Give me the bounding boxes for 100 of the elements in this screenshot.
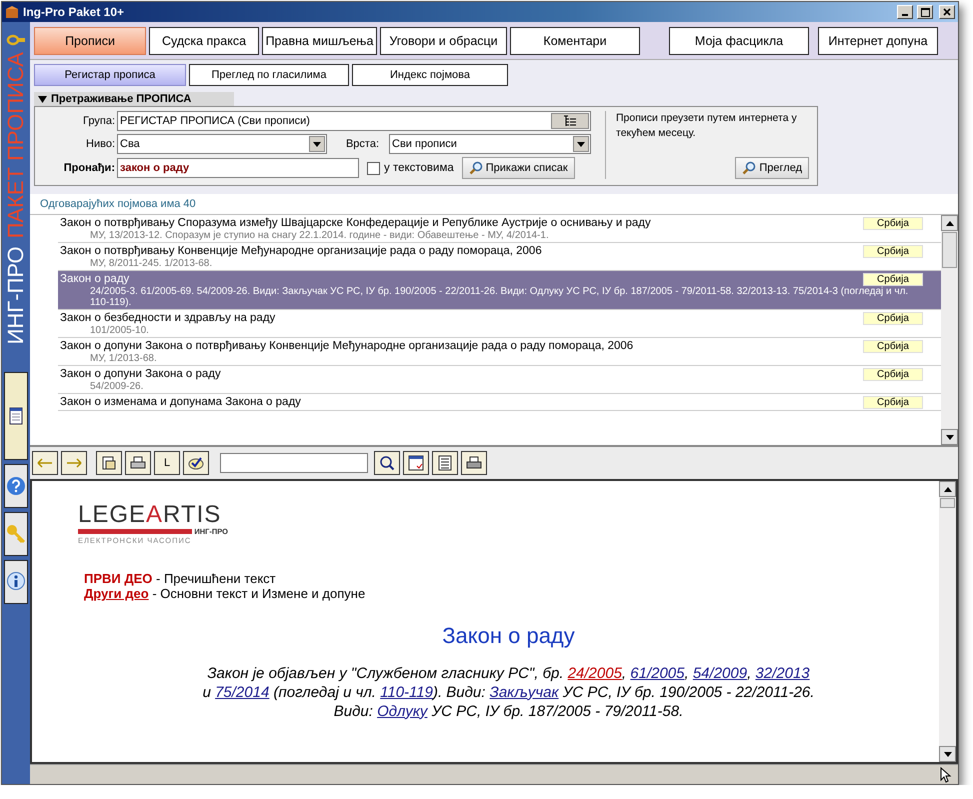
checkmark-icon — [187, 456, 205, 470]
text-button[interactable]: L — [154, 451, 180, 475]
search-field[interactable]: закон о раду — [117, 158, 359, 178]
printer-icon — [129, 455, 147, 471]
region-tag: Србија — [863, 368, 923, 381]
reference-link[interactable]: 61/2005 — [630, 665, 684, 682]
scrollbar[interactable] — [939, 481, 956, 762]
search-button[interactable] — [374, 451, 400, 475]
forward-button[interactable] — [61, 451, 87, 475]
info-button[interactable] — [4, 560, 28, 604]
tree-button[interactable] — [551, 113, 589, 129]
search-panel-header[interactable]: Претраживање ПРОПИСА — [34, 92, 234, 106]
tree-list-icon — [563, 115, 577, 127]
info-note: Прописи преузети путем интернета у текућем месецу. — [616, 111, 798, 140]
caret-down-icon — [946, 434, 954, 440]
scroll-up-button[interactable] — [941, 215, 958, 231]
scroll-down-button[interactable] — [939, 746, 956, 762]
print-button[interactable] — [461, 451, 487, 475]
level-dropdown[interactable]: Сва — [117, 134, 327, 154]
brand-text: ИНГ-ПРО — [5, 246, 27, 344]
package-icon — [5, 5, 19, 19]
info-icon — [6, 572, 26, 592]
tab[interactable]: Интернет допуна — [818, 27, 938, 55]
help-button[interactable] — [4, 464, 28, 508]
region-tag: Србија — [863, 312, 923, 325]
caret-up-icon — [944, 486, 952, 492]
reference-link[interactable]: 54/2009 — [692, 665, 748, 682]
caret-down-icon — [38, 96, 47, 102]
window-icon — [408, 455, 424, 471]
dropdown-button[interactable] — [309, 136, 325, 152]
review-button[interactable]: Преглед — [735, 157, 809, 179]
reference-link[interactable]: Одлуку — [377, 702, 428, 720]
caret-down-icon — [944, 752, 952, 756]
tab[interactable]: Моја фасцикла — [669, 27, 809, 55]
window-button[interactable] — [403, 451, 429, 475]
reference-link[interactable]: 32/2013 — [755, 665, 810, 682]
minimize-button[interactable] — [897, 5, 913, 19]
list-button[interactable] — [432, 451, 458, 475]
back-button[interactable] — [32, 451, 58, 475]
toolbar-search-field[interactable] — [220, 453, 368, 473]
scroll-thumb[interactable] — [942, 232, 957, 268]
search-icon — [468, 161, 483, 175]
result-row[interactable]: Закон о изменама и допунама Закона о раду Србија — [58, 394, 941, 411]
dropdown-button[interactable] — [573, 136, 589, 152]
reference-link[interactable]: 24/2005 — [568, 665, 622, 682]
help-icon — [6, 476, 26, 496]
result-row[interactable]: Закон о допуни Закона о потврђивању Конвенције Међународне организације рада о раду помораца, 2006 Србија МУ, 1/2013-68. — [58, 338, 941, 366]
copy-button[interactable] — [96, 451, 122, 475]
caret-down-icon — [577, 142, 585, 146]
ring-icon — [6, 34, 26, 46]
part-description: - Пречишћени текст — [155, 571, 276, 586]
close-button[interactable] — [939, 5, 955, 19]
maximize-icon — [920, 8, 930, 16]
region-tag: Србија — [863, 396, 923, 409]
printer-icon — [465, 455, 483, 471]
reference-link[interactable]: 75/2014 — [215, 684, 270, 701]
group-field[interactable]: РЕГИСТАР ПРОПИСА (Сви прописи) — [117, 111, 591, 131]
field-label: Група: — [82, 115, 116, 127]
result-row[interactable]: Закон о потврђивању Конвенције Међународне организације рада о раду помораца, 2006 Србија МУ, 8/2011-245. 1/2013-68. — [58, 243, 941, 271]
print-preview-button[interactable] — [125, 451, 151, 475]
result-row[interactable]: Закон о потврђивању Споразума између Швајцарске Конфедерације и Републике Аустрије о оснивању и раду Србија МУ, 13/2013-12. Споразум је ступио на снагу 22.1.2014. године - види: Обавештење - МУ, 4/2014-1. — [58, 215, 941, 243]
result-row[interactable]: Закон о допуни Закона о раду Србија 54/2009-26. — [58, 366, 941, 394]
tab[interactable]: Правна мишљења — [262, 27, 377, 55]
field-label: Ниво: — [85, 138, 116, 150]
tab[interactable]: Уговори и обрасци — [380, 27, 507, 55]
maximize-button[interactable] — [917, 5, 933, 19]
result-row[interactable]: Закон о раду Србија 24/2005-3. 61/2005-69. 54/2009-26. Види: Закључак УС РС, IУ бр. 190/2005 - 22/2011-26. Види: Одлуку УС РС, IУ бр. 187/2005 - 79/2011-58. 32/2013-13. 75/2014-3 (погледај и чл. 110-119). — [58, 271, 941, 310]
tab[interactable]: Прописи — [34, 27, 146, 55]
result-count: Одговарајућих појмова има 40 — [30, 194, 958, 215]
part-link[interactable]: Други део — [84, 586, 149, 601]
cursor-icon — [940, 766, 954, 782]
tab[interactable]: Судска пракса — [149, 27, 259, 55]
in-texts-checkbox[interactable]: у текстовима — [367, 162, 454, 174]
part-label: ПРВИ ДЕО — [84, 571, 152, 586]
tab[interactable]: Коментари — [510, 27, 640, 55]
region-tag: Србија — [863, 340, 923, 353]
part-description: - Основни текст и Измене и допуне — [151, 586, 366, 601]
field-label: Пронађи: — [62, 162, 116, 174]
check-button[interactable] — [183, 451, 209, 475]
field-label: Врста: — [344, 138, 380, 150]
scrollbar[interactable] — [941, 215, 958, 445]
scroll-thumb[interactable] — [940, 498, 955, 508]
result-row[interactable]: Закон о безбедности и здрављу на раду Србија 101/2005-10. — [58, 310, 941, 338]
publication-note: Закон је објављен у "Службеном гласнику РС", бр. 24/2005, 61/2005, 54/2009, 32/2013 и 75/2014 (погледај и чл. 110-119). Види: Закључак УС РС, IУ бр. 190/2005 - 22/2011-26. Види: Одлуку УС РС, IУ бр. 187/2005 - 79/2011-58. — [202, 665, 816, 722]
region-tag: Србија — [863, 273, 923, 286]
close-icon — [943, 8, 951, 16]
type-dropdown[interactable]: Сви прописи — [389, 134, 591, 154]
scroll-up-button[interactable] — [939, 481, 956, 497]
scroll-down-button[interactable] — [941, 429, 958, 445]
subtab[interactable]: Преглед по гласилима — [189, 64, 349, 86]
reference-link[interactable]: Закључак — [490, 684, 559, 701]
brand-text: ПАКЕТ ПРОПИСА — [5, 52, 27, 238]
subtab[interactable]: Индекс појмова — [352, 64, 508, 86]
reference-link[interactable]: 110-119 — [380, 684, 433, 701]
key-button[interactable] — [4, 512, 28, 556]
key-icon — [6, 524, 26, 544]
document-title: Закон о раду — [441, 623, 576, 649]
panel-title: Претраживање ПРОПИСА — [51, 93, 192, 105]
show-list-button[interactable]: Прикажи списак — [462, 157, 575, 179]
subtab[interactable]: Регистар прописа — [34, 64, 186, 86]
